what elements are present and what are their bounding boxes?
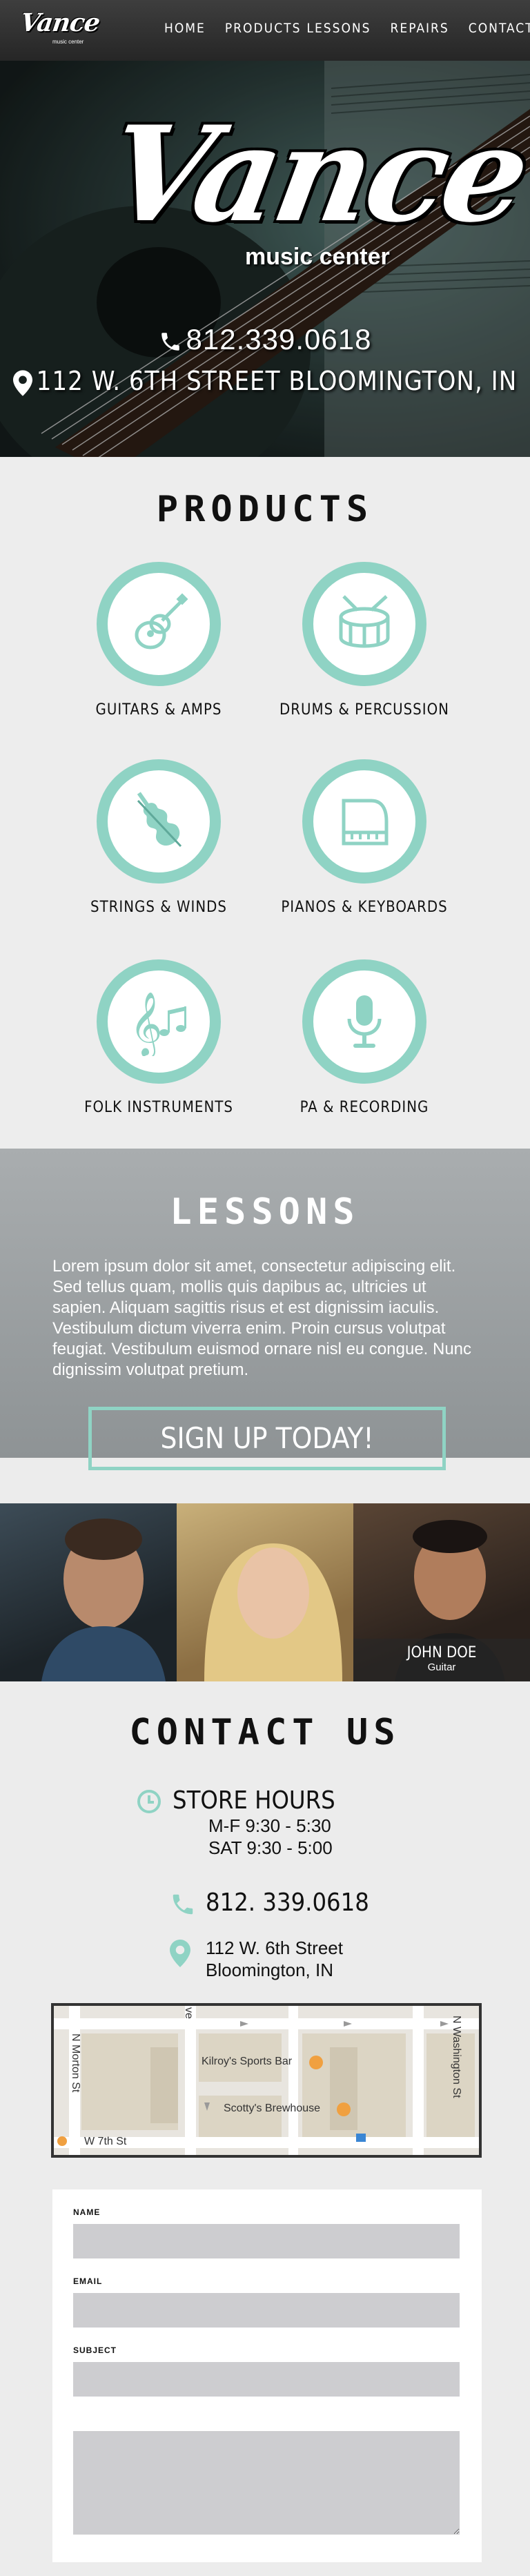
map-street-7th: W 7th St	[84, 2136, 127, 2147]
contact-address: 112 W. 6th Street Bloomington, IN	[170, 1937, 343, 1981]
contact-section: CONTACT US STORE HOURS M-F 9:30 - 5:30 S…	[0, 1681, 530, 2576]
music-notes-icon: 𝄞	[130, 991, 186, 1056]
store-hours-heading: STORE HOURS	[173, 1786, 335, 1815]
product-label: PA & RECORDING	[300, 1099, 429, 1116]
subject-field[interactable]	[73, 2362, 460, 2397]
map-place-scottys[interactable]: Scotty's Brewhouse	[224, 2102, 320, 2115]
lessons-title: LESSONS	[170, 1191, 360, 1233]
product-label: DRUMS & PERCUSSION	[279, 701, 449, 719]
hero-phone[interactable]: 812.339.0618	[0, 323, 530, 356]
drum-icon	[339, 595, 390, 648]
product-circle	[302, 959, 426, 1084]
hero-logo-wordmark: Vance	[97, 97, 530, 251]
map-street-morton: N Morton St	[70, 2033, 81, 2093]
name-field[interactable]	[73, 2224, 460, 2258]
product-label: FOLK INSTRUMENTS	[84, 1099, 233, 1116]
product-circle	[302, 759, 426, 884]
nav-link-repairs[interactable]: REPAIRS	[391, 21, 449, 36]
address-line-2: Bloomington, IN	[206, 1960, 333, 1980]
lessons-description: Lorem ipsum dolor sit amet, consectetur …	[52, 1257, 472, 1379]
hours-saturday: SAT 9:30 - 5:00	[208, 1837, 333, 1858]
teacher-photo[interactable]	[177, 1503, 353, 1681]
product-circle: 𝄞	[97, 959, 221, 1084]
page: Vance music center HOME PRODUCTS LESSONS…	[0, 0, 530, 2576]
product-folk-instruments[interactable]: 𝄞 FOLK INSTRUMENTS	[55, 959, 262, 1116]
piano-icon	[342, 799, 389, 846]
hero-logo-subtitle: music center	[245, 244, 390, 270]
product-label: GUITARS & AMPS	[95, 701, 222, 719]
product-guitars-amps[interactable]: GUITARS & AMPS	[55, 562, 262, 719]
hero-address-text: 112 W. 6TH STREET BLOOMINGTON, IN	[36, 366, 518, 396]
clock-icon	[137, 1790, 161, 1813]
email-field[interactable]	[73, 2293, 460, 2328]
guitar-icon	[135, 593, 188, 650]
teacher-name: JOHN DOE	[406, 1644, 477, 1661]
teacher-caption: JOHN DOE Guitar	[353, 1639, 530, 1681]
microphone-icon	[347, 995, 382, 1048]
product-pa-recording[interactable]: PA & RECORDING	[261, 959, 468, 1116]
violin-icon	[137, 792, 182, 848]
contact-title: CONTACT US	[129, 1712, 401, 1753]
map-pin-icon	[170, 1940, 190, 1967]
phone-icon	[173, 1894, 193, 1915]
nav-link-lessons[interactable]: LESSONS	[306, 21, 371, 36]
product-circle	[97, 562, 221, 686]
product-label: PIANOS & KEYBOARDS	[281, 899, 448, 916]
phone-icon	[161, 333, 179, 351]
message-field[interactable]	[73, 2431, 460, 2535]
product-strings-winds[interactable]: STRINGS & WINDS	[55, 759, 262, 916]
product-circle	[97, 759, 221, 884]
subject-label: SUBJECT	[73, 2345, 117, 2355]
nav-link-products[interactable]: PRODUCTS	[225, 21, 302, 36]
svg-text:𝄞: 𝄞	[130, 991, 162, 1056]
nav-link-contact[interactable]: CONTACT	[469, 21, 530, 36]
products-title: PRODUCTS	[156, 489, 374, 530]
nav-logo-subtitle: music center	[52, 39, 84, 45]
teacher-role: Guitar	[427, 1661, 456, 1673]
hero-banner: Vance music center 812.339.0618 112 W. 6…	[0, 61, 530, 457]
email-label: EMAIL	[73, 2276, 103, 2286]
location-map[interactable]: N Morton St N Washington St W 7th St ve …	[51, 2003, 482, 2158]
teacher-portrait	[204, 1543, 342, 1681]
nav-logo-wordmark: Vance	[19, 8, 101, 37]
product-label: STRINGS & WINDS	[90, 899, 227, 916]
contact-phone[interactable]: 812. 339.0618	[173, 1889, 369, 1917]
product-pianos-keyboards[interactable]: PIANOS & KEYBOARDS	[261, 759, 468, 916]
hero-address: 112 W. 6TH STREET BLOOMINGTON, IN	[0, 366, 530, 396]
map-place-kilroys[interactable]: Kilroy's Sports Bar	[202, 2056, 292, 2068]
hero-logo: Vance music center	[97, 97, 530, 289]
nav-links: HOME PRODUCTS LESSONS REPAIRS CONTACT	[164, 21, 530, 36]
lessons-section: LESSONS Lorem ipsum dolor sit amet, cons…	[0, 1149, 530, 1470]
store-hours: STORE HOURS M-F 9:30 - 5:30 SAT 9:30 - 5…	[137, 1786, 335, 1859]
product-drums-percussion[interactable]: DRUMS & PERCUSSION	[261, 562, 468, 719]
teachers-strip: JOHN DOE Guitar	[0, 1503, 530, 1681]
nav-logo[interactable]: Vance music center	[19, 8, 101, 50]
products-section: PRODUCTS GUITARS & AMPS DRUMS & PERCUSSI…	[0, 457, 530, 1149]
contact-phone-number: 812. 339.0618	[206, 1889, 369, 1917]
teacher-portrait	[41, 1519, 166, 1681]
address-line-1: 112 W. 6th Street	[206, 1938, 343, 1958]
nav-link-home[interactable]: HOME	[164, 21, 206, 36]
hours-weekday: M-F 9:30 - 5:30	[208, 1815, 331, 1836]
sign-up-button[interactable]: SIGN UP TODAY!	[88, 1407, 446, 1470]
contact-form: NAME EMAIL SUBJECT	[52, 2189, 482, 2562]
map-street-partial: ve	[183, 2007, 195, 2019]
teacher-photo[interactable]	[0, 1503, 177, 1681]
product-circle	[302, 562, 426, 686]
map-street-washington: N Washington St	[451, 2016, 462, 2098]
map-graphic	[54, 2006, 479, 2155]
top-navigation: Vance music center HOME PRODUCTS LESSONS…	[0, 0, 530, 61]
name-label: NAME	[73, 2207, 101, 2217]
map-pin-icon	[12, 369, 32, 396]
teacher-photo[interactable]: JOHN DOE Guitar	[353, 1503, 530, 1681]
hero-phone-number: 812.339.0618	[186, 323, 372, 355]
